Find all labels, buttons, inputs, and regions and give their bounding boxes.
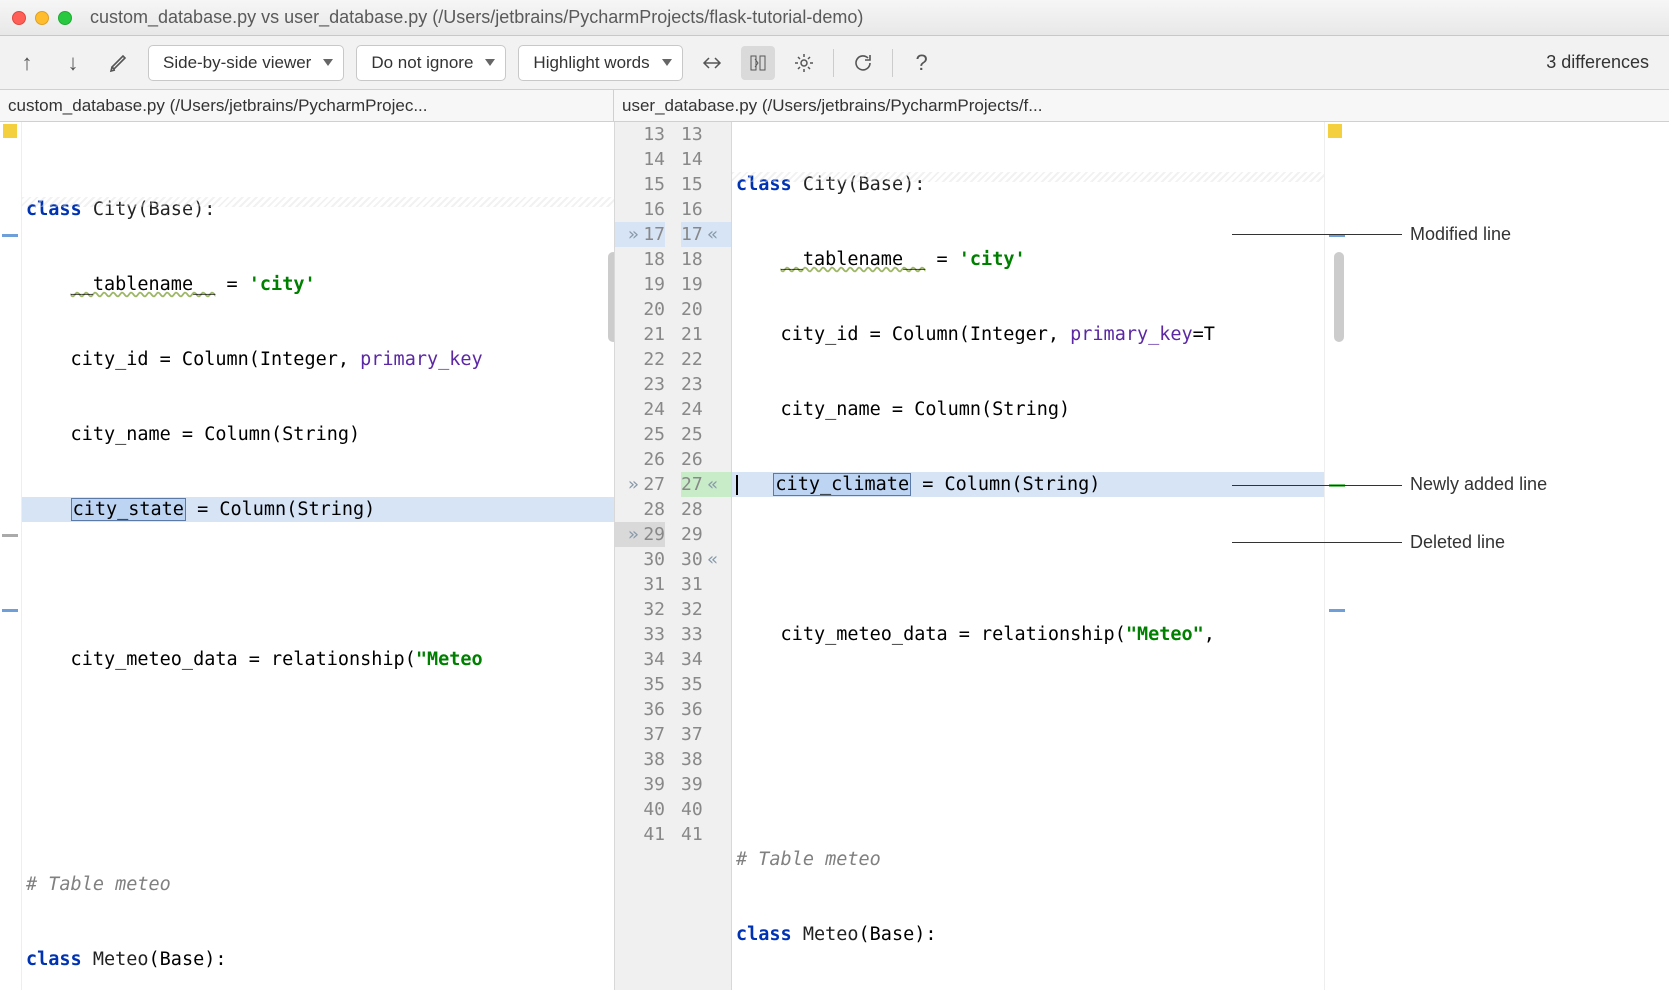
right-marker-modified: [1329, 234, 1345, 237]
minimize-window-button[interactable]: [35, 11, 49, 25]
collapse-icon: [702, 53, 722, 73]
callout-added: Newly added line: [1410, 474, 1547, 495]
gutter-pair: 13 14 15 16 »17 18 19 20 21 22 23 24 25 …: [614, 122, 732, 990]
edit-source-button[interactable]: [102, 46, 136, 80]
code-line: class City(Base):: [22, 197, 614, 222]
right-marker-added: [1329, 484, 1345, 487]
chevron-down-icon: [485, 59, 495, 66]
diff-body: class City(Base): __tablename__ = 'city'…: [0, 122, 1669, 990]
left-marker-deleted: [2, 534, 18, 537]
left-marker-yellow: [3, 124, 17, 138]
apply-left-icon[interactable]: »: [623, 472, 643, 497]
file-headers: custom_database.py (/Users/jetbrains/Pyc…: [0, 90, 1669, 122]
left-pane: class City(Base): __tablename__ = 'city'…: [0, 122, 614, 990]
left-code[interactable]: class City(Base): __tablename__ = 'city'…: [22, 122, 614, 990]
ignore-mode-label: Do not ignore: [371, 53, 473, 73]
apply-left-icon[interactable]: »: [623, 222, 643, 247]
refresh-button[interactable]: [846, 46, 880, 80]
left-scrollbar-thumb[interactable]: [608, 252, 614, 342]
apply-right-icon[interactable]: «: [703, 472, 723, 497]
diff-toolbar: ↑ ↓ Side-by-side viewer Do not ignore Hi…: [0, 36, 1669, 90]
apply-left-icon[interactable]: »: [623, 522, 643, 547]
left-marker-column: [0, 122, 22, 990]
help-button[interactable]: ?: [905, 46, 939, 80]
right-pane: class City(Base): __tablename__ = 'city'…: [732, 122, 1346, 990]
apply-right-icon[interactable]: «: [703, 547, 723, 572]
callout-modified: Modified line: [1410, 224, 1511, 245]
right-gutter: 13 14 15 16 17« 18 19 20 21 22 23 24 25 …: [673, 122, 731, 990]
right-marker-column: [1324, 122, 1346, 990]
sync-scroll-button[interactable]: [741, 46, 775, 80]
refresh-icon: [853, 53, 873, 73]
traffic-lights: [12, 11, 72, 25]
prev-diff-button[interactable]: ↑: [10, 46, 44, 80]
left-marker-modified: [2, 234, 18, 237]
chevron-down-icon: [323, 59, 333, 66]
maximize-window-button[interactable]: [58, 11, 72, 25]
left-gutter: 13 14 15 16 »17 18 19 20 21 22 23 24 25 …: [615, 122, 673, 990]
settings-button[interactable]: [787, 46, 821, 80]
right-marker-yellow: [1328, 124, 1342, 138]
apply-right-icon[interactable]: «: [703, 222, 723, 247]
next-diff-button[interactable]: ↓: [56, 46, 90, 80]
left-marker-fold: [2, 609, 18, 612]
right-scrollbar-thumb[interactable]: [1334, 252, 1344, 342]
viewer-mode-dropdown[interactable]: Side-by-side viewer: [148, 45, 344, 81]
viewer-mode-label: Side-by-side viewer: [163, 53, 311, 73]
collapse-unchanged-button[interactable]: [695, 46, 729, 80]
callout-deleted: Deleted line: [1410, 532, 1505, 553]
right-code[interactable]: class City(Base): __tablename__ = 'city'…: [732, 122, 1324, 990]
diff-count-label: 3 differences: [1546, 52, 1659, 73]
ignore-mode-dropdown[interactable]: Do not ignore: [356, 45, 506, 81]
right-file-header: user_database.py (/Users/jetbrains/Pycha…: [614, 90, 1669, 121]
titlebar: custom_database.py vs user_database.py (…: [0, 0, 1669, 36]
text-cursor: [736, 475, 738, 495]
window-title: custom_database.py vs user_database.py (…: [90, 7, 863, 28]
chevron-down-icon: [662, 59, 672, 66]
highlight-mode-dropdown[interactable]: Highlight words: [518, 45, 682, 81]
highlight-mode-label: Highlight words: [533, 53, 649, 73]
pencil-icon: [109, 53, 129, 73]
gear-icon: [794, 53, 814, 73]
close-window-button[interactable]: [12, 11, 26, 25]
left-file-header: custom_database.py (/Users/jetbrains/Pyc…: [0, 90, 614, 121]
sync-scroll-icon: [748, 53, 768, 73]
right-marker-fold: [1329, 609, 1345, 612]
